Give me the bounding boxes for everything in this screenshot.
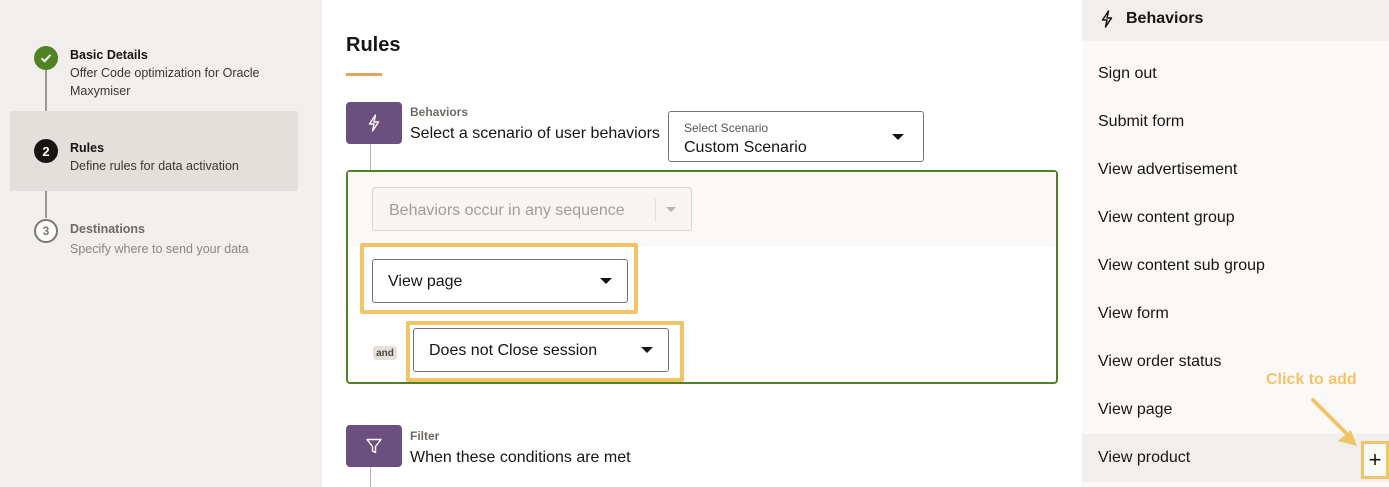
behavior-item-view-form[interactable]: View form xyxy=(1082,290,1389,338)
behavior-item-label: View product xyxy=(1098,449,1191,466)
behavior-item-label: View form xyxy=(1098,305,1169,322)
select-divider xyxy=(655,198,656,222)
wizard-stepper: Basic Details Offer Code optimization fo… xyxy=(0,0,322,487)
chevron-down-icon xyxy=(892,134,904,140)
step-description: Specify where to send your data xyxy=(70,242,249,256)
behavior-item-submit-form[interactable]: Submit form xyxy=(1082,98,1389,146)
chevron-down-icon xyxy=(666,207,676,212)
step-number-badge: 2 xyxy=(34,139,58,163)
lightning-icon xyxy=(1100,10,1114,33)
step-basic-details[interactable]: Basic Details Offer Code optimization fo… xyxy=(10,40,298,106)
callout-text: Click to add xyxy=(1266,371,1357,388)
behavior-item-label: View order status xyxy=(1098,353,1222,370)
behavior-item-view-advertisement[interactable]: View advertisement xyxy=(1082,146,1389,194)
sequence-select: Behaviors occur in any sequence xyxy=(372,187,692,231)
filter-icon xyxy=(346,425,402,467)
step-description: Offer Code optimization for Oracle Maxym… xyxy=(70,66,260,98)
step-title: Rules xyxy=(70,141,105,155)
title-underline xyxy=(346,73,382,76)
behavior-item-label: View content group xyxy=(1098,209,1235,226)
step-number-badge: 3 xyxy=(34,219,58,243)
step-title: Destinations xyxy=(70,222,146,236)
callout-arrow-icon xyxy=(1311,398,1357,446)
behavior-select[interactable]: View page xyxy=(372,259,628,303)
behavior-select[interactable]: Does not Close session xyxy=(413,328,669,372)
sequence-select-value: Behaviors occur in any sequence xyxy=(389,202,625,219)
panel-title: Behaviors xyxy=(1126,10,1204,27)
section-connector xyxy=(370,467,371,487)
chevron-down-icon xyxy=(641,347,653,353)
behavior-item-label: View content sub group xyxy=(1098,257,1265,274)
scenario-select[interactable]: Select Scenario Custom Scenario xyxy=(668,111,924,162)
page-title: Rules xyxy=(346,34,401,56)
section-description: When these conditions are met xyxy=(410,449,631,466)
behavior-item-label: Submit form xyxy=(1098,113,1185,130)
behavior-item-view-content-group[interactable]: View content group xyxy=(1082,194,1389,242)
chevron-down-icon xyxy=(600,278,612,284)
behavior-item-label: Sign out xyxy=(1098,65,1157,82)
sequence-band: Behaviors occur in any sequence xyxy=(348,172,1056,247)
behavior-select-value: Does not Close session xyxy=(429,342,598,359)
add-behavior-button[interactable]: + xyxy=(1361,441,1389,479)
scenario-select-value: Custom Scenario xyxy=(684,139,807,156)
lightning-icon xyxy=(346,102,402,144)
behavior-select-value: View page xyxy=(388,273,463,290)
behavior-item-sign-out[interactable]: Sign out xyxy=(1082,50,1389,98)
scenario-select-label: Select Scenario xyxy=(684,121,769,135)
step-rules[interactable]: 2 Rules Define rules for data activation xyxy=(10,111,298,191)
section-connector xyxy=(370,144,371,170)
step-description: Define rules for data activation xyxy=(70,159,239,173)
behavior-item-label: View page xyxy=(1098,401,1173,418)
panel-header: Behaviors xyxy=(1082,0,1389,41)
behavior-rule-card: Behaviors occur in any sequence View pag… xyxy=(346,170,1058,384)
checkmark-icon xyxy=(34,46,58,70)
section-description: Select a scenario of user behaviors xyxy=(410,125,660,142)
rules-editor: Rules Behaviors Select a scenario of use… xyxy=(322,0,1082,487)
behavior-item-label: View advertisement xyxy=(1098,161,1238,178)
step-destinations[interactable]: 3 Destinations Specify where to send you… xyxy=(10,212,298,262)
section-label: Behaviors xyxy=(410,105,469,119)
and-connector-badge: and xyxy=(373,346,397,360)
behavior-item-view-content-sub-group[interactable]: View content sub group xyxy=(1082,242,1389,290)
section-label: Filter xyxy=(410,429,440,443)
step-title: Basic Details xyxy=(70,48,148,62)
